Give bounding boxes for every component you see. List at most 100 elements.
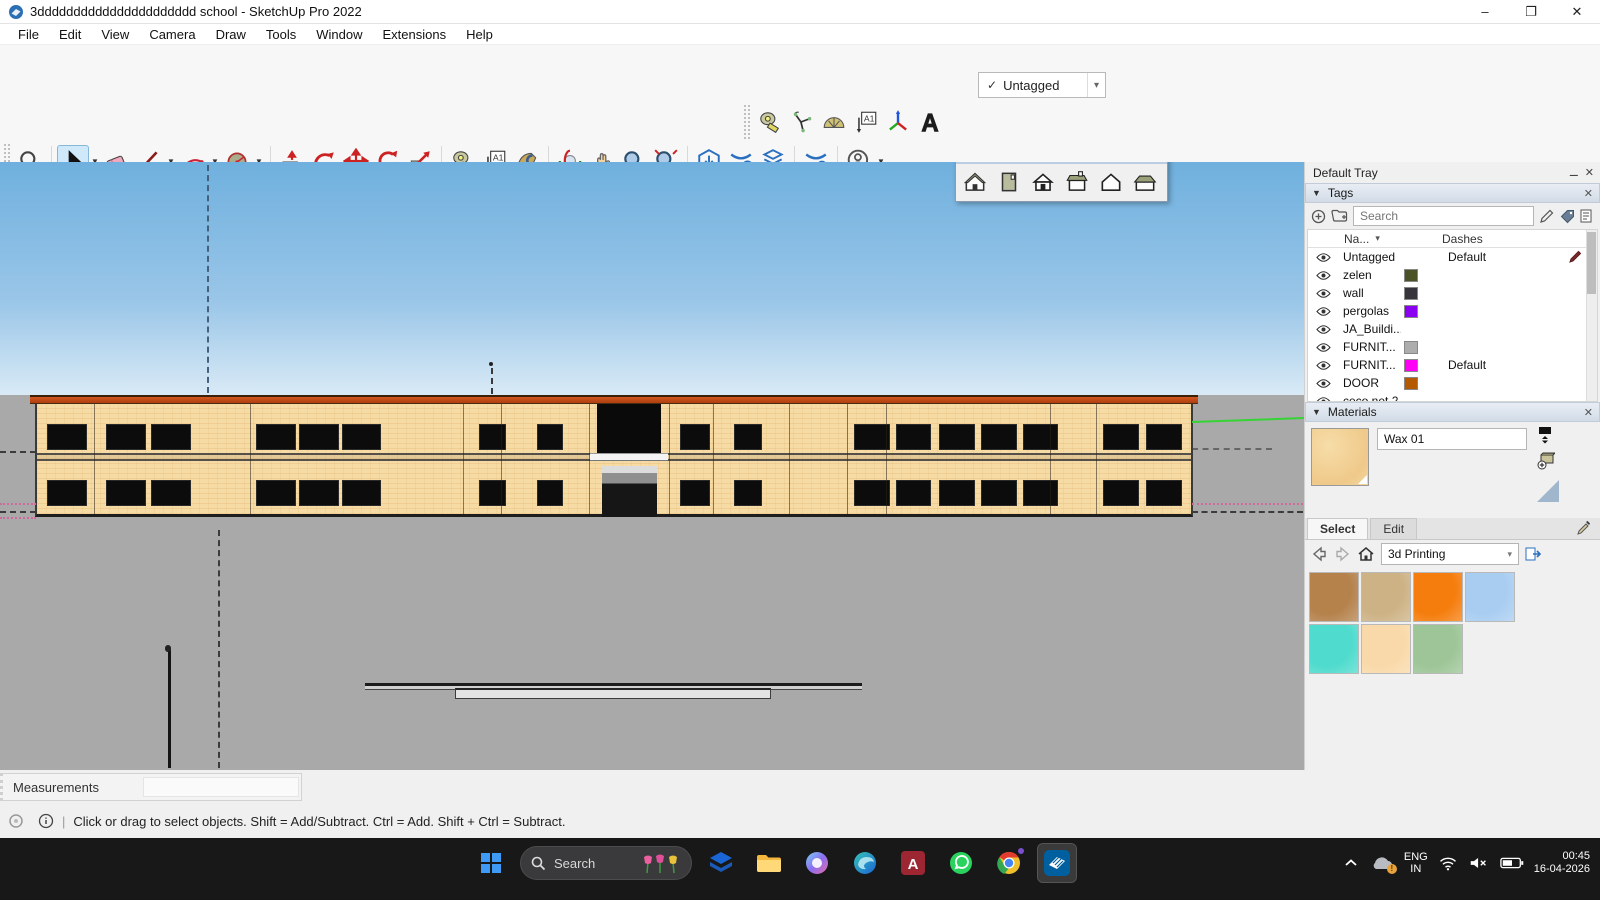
minimize-button[interactable]: – <box>1462 0 1508 23</box>
3d-text-tool-button[interactable] <box>914 106 946 138</box>
sketchup-layers-taskbar-button[interactable] <box>702 844 740 882</box>
front-view-button[interactable] <box>1028 167 1057 196</box>
tag-color-swatch[interactable] <box>1404 377 1418 390</box>
home-icon[interactable] <box>1357 546 1375 562</box>
material-swatch[interactable] <box>1465 572 1515 622</box>
tag-row[interactable]: ceco net 2 <box>1308 392 1597 402</box>
material-collection-combobox[interactable]: 3d Printing ▾ <box>1381 543 1519 565</box>
material-swatch[interactable] <box>1361 624 1411 674</box>
tray-close-icon[interactable]: ✕ <box>1585 166 1594 179</box>
toolbar-drag-handle[interactable] <box>744 105 750 139</box>
visibility-eye-icon[interactable] <box>1316 378 1331 389</box>
menu-file[interactable]: File <box>8 25 49 44</box>
measurements-value-box[interactable] <box>143 777 299 797</box>
tags-close-icon[interactable]: ✕ <box>1584 187 1593 200</box>
name-column-header[interactable]: Na... <box>1344 232 1369 246</box>
material-name-input[interactable] <box>1377 428 1527 450</box>
dashes-column-header[interactable]: Dashes <box>1442 232 1483 246</box>
sample-paint-eyedropper-icon[interactable] <box>1576 520 1592 536</box>
axes-tool-button[interactable] <box>882 106 914 138</box>
materials-section-header[interactable]: ▼ Materials ✕ <box>1305 402 1600 422</box>
in-model-materials-icon[interactable] <box>1537 480 1559 502</box>
add-tag-icon[interactable] <box>1311 209 1326 224</box>
tab-select[interactable]: Select <box>1307 518 1368 539</box>
visibility-eye-icon[interactable] <box>1316 360 1331 371</box>
axes-guide-tool-button[interactable] <box>786 106 818 138</box>
secondary-pane-icon[interactable] <box>1537 426 1553 444</box>
material-swatch[interactable] <box>1413 572 1463 622</box>
collection-details-icon[interactable] <box>1525 546 1541 562</box>
file-explorer-taskbar-button[interactable] <box>750 844 788 882</box>
active-tag-combobox[interactable]: ✓ Untagged ▾ <box>978 72 1106 98</box>
views-palette[interactable]: Views ✕ <box>955 162 1168 202</box>
taskbar-search[interactable]: Search <box>520 846 692 880</box>
collapse-triangle-icon[interactable]: ▼ <box>1312 188 1321 198</box>
tag-color-swatch[interactable] <box>1404 305 1418 318</box>
close-button[interactable]: ✕ <box>1554 0 1600 23</box>
tray-chevron-up-icon[interactable] <box>1342 854 1360 872</box>
pin-icon[interactable]: ⚊ <box>1569 166 1579 179</box>
tags-section-header[interactable]: ▼ Tags ✕ <box>1305 183 1600 203</box>
tag-row[interactable]: FURNIT... <box>1308 338 1597 356</box>
protractor-tool-button[interactable] <box>818 106 850 138</box>
materials-close-icon[interactable]: ✕ <box>1584 406 1593 419</box>
wifi-icon[interactable] <box>1438 854 1458 872</box>
start-button[interactable] <box>472 844 510 882</box>
tag-color-swatch[interactable] <box>1404 359 1418 372</box>
visibility-eye-icon[interactable] <box>1316 288 1331 299</box>
tape-measure-tool-button[interactable] <box>754 106 786 138</box>
tag-color-swatch[interactable] <box>1404 269 1418 282</box>
sort-chevron-icon[interactable]: ▾ <box>1375 233 1380 244</box>
tray-titlebar[interactable]: Default Tray ⚊ ✕ <box>1305 162 1600 183</box>
back-arrow-icon[interactable] <box>1311 546 1328 562</box>
menu-tools[interactable]: Tools <box>256 25 306 44</box>
tag-dashes[interactable]: Default <box>1448 358 1548 372</box>
active-material-preview[interactable] <box>1311 428 1369 486</box>
tag-row[interactable]: JA_Buildi... <box>1308 320 1597 338</box>
tag-row[interactable]: zelen <box>1308 266 1597 284</box>
menu-extensions[interactable]: Extensions <box>373 25 457 44</box>
whatsapp-taskbar-button[interactable] <box>942 844 980 882</box>
iso-view-button[interactable] <box>960 167 989 196</box>
material-swatch[interactable] <box>1361 572 1411 622</box>
visibility-eye-icon[interactable] <box>1316 324 1331 335</box>
info-icon[interactable] <box>38 813 54 829</box>
tag-row[interactable]: wall <box>1308 284 1597 302</box>
tag-details-icon[interactable] <box>1580 209 1594 224</box>
visibility-eye-icon[interactable] <box>1316 270 1331 281</box>
create-material-icon[interactable] <box>1537 452 1555 470</box>
menu-window[interactable]: Window <box>306 25 372 44</box>
left-view-button[interactable] <box>1096 167 1125 196</box>
tags-search-input[interactable] <box>1353 206 1534 226</box>
model-viewport[interactable]: Views ✕ <box>0 162 1304 770</box>
onedrive-icon[interactable]: ! <box>1370 854 1394 872</box>
chrome-taskbar-button[interactable] <box>990 844 1028 882</box>
menu-view[interactable]: View <box>91 25 139 44</box>
material-swatch[interactable] <box>1309 624 1359 674</box>
tag-row[interactable]: FURNIT...Default <box>1308 356 1597 374</box>
tags-column-headers[interactable]: Na... ▾ Dashes <box>1308 230 1597 248</box>
tag-row[interactable]: DOOR <box>1308 374 1597 392</box>
scrollbar-thumb[interactable] <box>1587 232 1596 294</box>
visibility-eye-icon[interactable] <box>1316 306 1331 317</box>
tags-scrollbar[interactable] <box>1586 230 1597 401</box>
autocad-taskbar-button[interactable]: A <box>894 844 932 882</box>
sketchup-active-taskbar-button[interactable] <box>1038 844 1076 882</box>
chevron-down-icon[interactable]: ▾ <box>1087 73 1105 97</box>
visibility-eye-icon[interactable] <box>1316 252 1331 263</box>
collapse-triangle-icon[interactable]: ▼ <box>1312 407 1321 417</box>
tag-label-icon[interactable] <box>1560 209 1575 224</box>
menu-camera[interactable]: Camera <box>139 25 205 44</box>
tag-row[interactable]: UntaggedDefault <box>1308 248 1597 266</box>
back-view-button[interactable] <box>1062 167 1091 196</box>
text-tool-button[interactable]: A1 <box>850 106 882 138</box>
menu-help[interactable]: Help <box>456 25 503 44</box>
language-indicator[interactable]: ENG IN <box>1404 851 1428 875</box>
material-swatch[interactable] <box>1309 572 1359 622</box>
visibility-eye-icon[interactable] <box>1316 342 1331 353</box>
battery-icon[interactable] <box>1500 855 1524 871</box>
forward-arrow-icon[interactable] <box>1334 546 1351 562</box>
edge-taskbar-button[interactable] <box>846 844 884 882</box>
tag-color-swatch[interactable] <box>1404 287 1418 300</box>
taskbar-clock[interactable]: 00:45 16-04-2026 <box>1534 850 1590 876</box>
